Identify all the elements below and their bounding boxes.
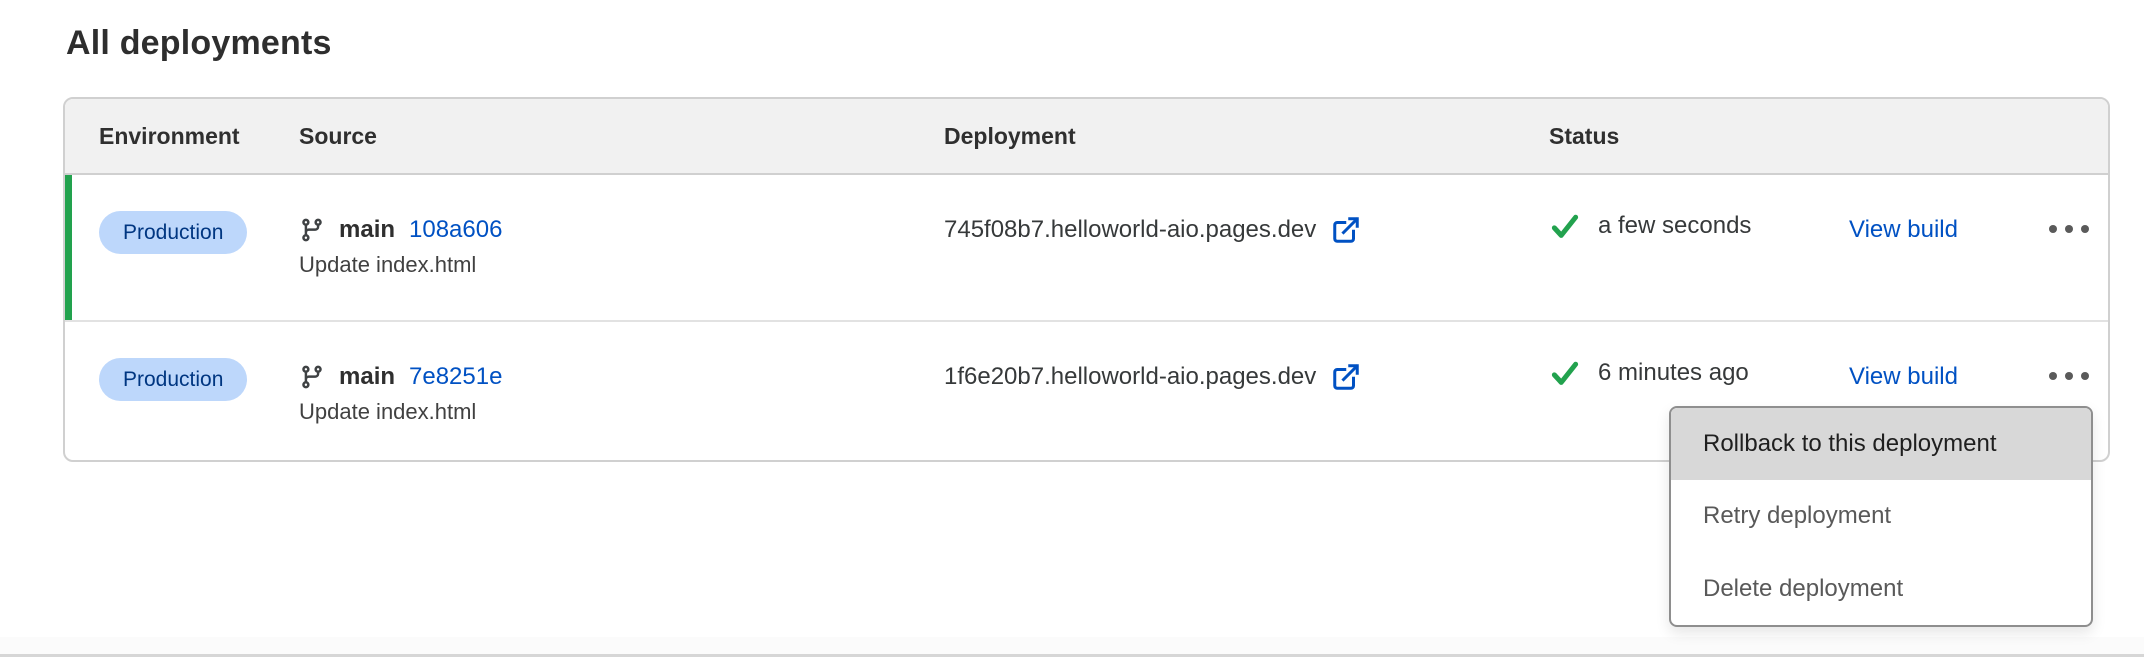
deployment-cell: 745f08b7.helloworld-aio.pages.dev: [944, 175, 1549, 245]
menu-item-retry[interactable]: Retry deployment: [1671, 480, 2091, 552]
menu-item-rollback[interactable]: Rollback to this deployment: [1671, 408, 2091, 480]
column-header-source: Source: [299, 123, 944, 150]
column-header-deployment: Deployment: [944, 123, 1549, 150]
status-time: 6 minutes ago: [1598, 359, 1749, 387]
source-cell: main 108a606 Update index.html: [299, 175, 944, 278]
git-branch-icon: [299, 364, 325, 390]
column-header-status: Status: [1549, 123, 1849, 150]
deployment-context-menu: Rollback to this deployment Retry deploy…: [1669, 406, 2093, 627]
ellipsis-icon: [2081, 225, 2089, 233]
bottom-section-strip: [0, 637, 2144, 654]
ellipsis-icon: [2065, 225, 2073, 233]
row-menu-button[interactable]: [2049, 175, 2089, 233]
environment-badge: Production: [99, 211, 247, 254]
column-header-environment: Environment: [99, 123, 299, 150]
external-link-icon[interactable]: [1331, 215, 1361, 245]
commit-message: Update index.html: [299, 252, 944, 278]
deployment-cell: 1f6e20b7.helloworld-aio.pages.dev: [944, 322, 1549, 392]
check-icon: [1549, 358, 1581, 388]
branch-name: main: [339, 362, 395, 392]
view-build-link[interactable]: View build: [1849, 216, 1958, 243]
bottom-divider: [0, 654, 2144, 657]
row-menu-button[interactable]: [2049, 322, 2089, 380]
commit-link[interactable]: 7e8251e: [409, 362, 502, 392]
source-cell: main 7e8251e Update index.html: [299, 322, 944, 425]
environment-badge: Production: [99, 358, 247, 401]
external-link-icon[interactable]: [1331, 362, 1361, 392]
branch-name: main: [339, 215, 395, 245]
ellipsis-icon: [2049, 225, 2057, 233]
environment-cell: Production: [99, 175, 299, 254]
status-cell: a few seconds: [1549, 175, 1849, 241]
view-build-cell: View build: [1849, 175, 2049, 245]
table-header-row: Environment Source Deployment Status: [65, 99, 2108, 175]
environment-cell: Production: [99, 322, 299, 401]
git-branch-icon: [299, 217, 325, 243]
ellipsis-icon: [2081, 372, 2089, 380]
status-cell: 6 minutes ago: [1549, 322, 1849, 388]
check-icon: [1549, 211, 1581, 241]
deployment-url: 745f08b7.helloworld-aio.pages.dev: [944, 215, 1316, 245]
status-time: a few seconds: [1598, 212, 1751, 240]
table-row: Production main 108a606 Update index.htm…: [65, 175, 2108, 320]
commit-message: Update index.html: [299, 399, 944, 425]
menu-item-delete[interactable]: Delete deployment: [1671, 553, 2091, 625]
ellipsis-icon: [2065, 372, 2073, 380]
page-title: All deployments: [66, 24, 332, 63]
commit-link[interactable]: 108a606: [409, 215, 502, 245]
ellipsis-icon: [2049, 372, 2057, 380]
view-build-cell: View build: [1849, 322, 2049, 392]
view-build-link[interactable]: View build: [1849, 363, 1958, 390]
deployment-url: 1f6e20b7.helloworld-aio.pages.dev: [944, 362, 1316, 392]
